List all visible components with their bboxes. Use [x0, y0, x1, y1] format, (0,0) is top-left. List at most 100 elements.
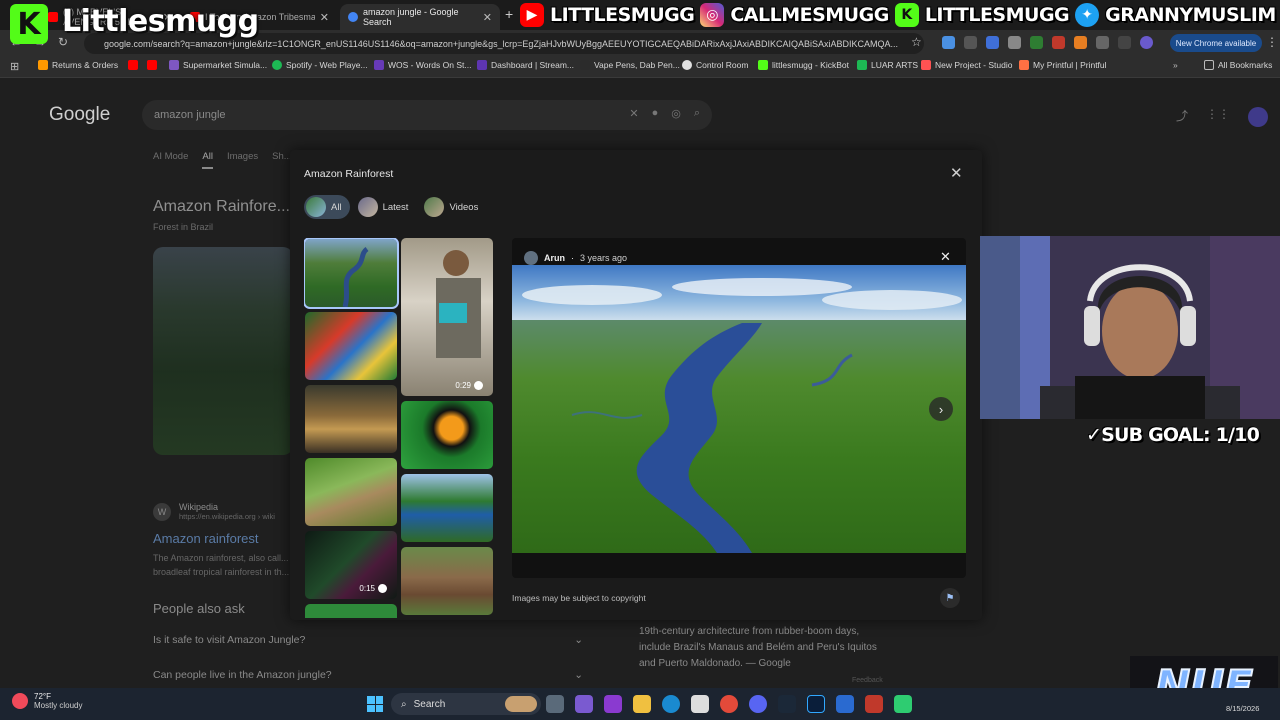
youtube-icon: [147, 60, 157, 70]
photoshop-icon[interactable]: [807, 695, 825, 713]
avatar[interactable]: [1248, 107, 1269, 127]
bookmark-item[interactable]: LUAR ARTS: [857, 60, 918, 70]
image-author[interactable]: Arun · 3 years ago: [524, 251, 627, 265]
edge-icon[interactable]: [662, 695, 680, 713]
close-modal-icon[interactable]: ✕: [950, 164, 963, 182]
close-tab-icon[interactable]: ✕: [483, 11, 492, 24]
thumb-sloth[interactable]: [305, 458, 397, 526]
extension-icon[interactable]: [1008, 36, 1021, 49]
bookmark-item[interactable]: Returns & Orders: [38, 60, 118, 70]
result-snippet: The Amazon rainforest, also call... broa…: [153, 553, 290, 577]
new-tab-button[interactable]: +: [505, 6, 513, 22]
bookmark-item[interactable]: My Printful | Printful: [1019, 60, 1107, 70]
bookmark-item[interactable]: New Project - Studio: [921, 60, 1012, 70]
bookmark-star-icon[interactable]: ☆: [911, 35, 922, 49]
bookmark-item[interactable]: littlesmugg - KickBot: [758, 60, 849, 70]
knowledge-panel-image[interactable]: [153, 247, 293, 455]
paa-question[interactable]: Can people live in the Amazon jungle? ⌄: [153, 669, 583, 681]
people-also-ask-heading: People also ask: [153, 601, 245, 616]
file-explorer-icon[interactable]: [633, 695, 651, 713]
extension-icon[interactable]: [942, 36, 955, 49]
thumb-bird-video[interactable]: 0:15: [305, 531, 397, 599]
tab-shopping[interactable]: Sh...: [272, 151, 292, 169]
bookmark-item[interactable]: Spotify - Web Playe...: [272, 60, 368, 70]
wikipedia-source[interactable]: W Wikipedia https://en.wikipedia.org › w…: [153, 502, 275, 521]
next-image-button[interactable]: ›: [929, 397, 953, 421]
feedback-link[interactable]: Feedback: [852, 677, 883, 684]
thumb-parrots[interactable]: [305, 312, 397, 380]
microphone-icon[interactable]: ●: [652, 107, 659, 120]
search-icon[interactable]: ⌕: [694, 107, 700, 120]
bookmark-item[interactable]: Dashboard | Stream...: [477, 60, 574, 70]
person-graphic: [436, 250, 481, 358]
all-bookmarks-button[interactable]: All Bookmarks: [1204, 60, 1272, 70]
thumb-river-blue[interactable]: [401, 474, 493, 542]
weather-widget[interactable]: 72°F Mostly cloudy: [12, 692, 82, 710]
task-view-icon[interactable]: [546, 695, 564, 713]
search-input[interactable]: amazon jungle ✕ ● ◎ ⌕: [142, 100, 712, 130]
notepad-icon[interactable]: [836, 695, 854, 713]
bookmark-item[interactable]: Vape Pens, Dab Pen...: [580, 60, 680, 70]
windows-start-icon[interactable]: [367, 696, 383, 712]
chip-label: Latest: [382, 201, 409, 213]
chrome-menu-icon[interactable]: ⋮: [1266, 35, 1278, 49]
puzzle-icon[interactable]: [1096, 36, 1109, 49]
lens-icon[interactable]: ◎: [671, 107, 681, 120]
tab-all[interactable]: All: [202, 151, 213, 169]
teams-icon[interactable]: [575, 695, 593, 713]
bookmark-item[interactable]: [147, 60, 161, 70]
tab-ai-mode[interactable]: AI Mode: [153, 151, 188, 169]
thumb-toucan[interactable]: [401, 401, 493, 469]
browser-tab-active[interactable]: amazon jungle - Google Search ✕: [340, 4, 500, 30]
taskbar-search[interactable]: ⌕ Search: [391, 693, 541, 715]
app-icon[interactable]: [894, 695, 912, 713]
close-tab-icon[interactable]: ✕: [320, 11, 329, 24]
close-preview-icon[interactable]: ✕: [940, 249, 951, 265]
chip-latest[interactable]: Latest: [356, 195, 417, 219]
bookmark-item[interactable]: WOS - Words On St...: [374, 60, 471, 70]
apps-grid-icon[interactable]: ⊞: [10, 60, 19, 73]
store-icon[interactable]: [691, 695, 709, 713]
new-chrome-available-button[interactable]: New Chrome available: [1170, 34, 1262, 52]
extension-icon[interactable]: [1030, 36, 1043, 49]
copilot-icon[interactable]: [604, 695, 622, 713]
more-bookmarks-icon[interactable]: »: [1173, 60, 1178, 70]
tab-images[interactable]: Images: [227, 151, 258, 169]
thumb-river-aerial[interactable]: [304, 238, 399, 309]
search-highlight-icon: [505, 696, 537, 712]
thumb-man-tablet[interactable]: 0:29: [401, 238, 493, 396]
thumb-capybara[interactable]: [401, 547, 493, 615]
steam-icon[interactable]: [778, 695, 796, 713]
bookmark-label: Dashboard | Stream...: [491, 60, 574, 70]
result-title-link[interactable]: Amazon rainforest: [153, 531, 259, 546]
chip-thumbnail: [424, 197, 445, 217]
amazon-icon: [38, 60, 48, 70]
bookmark-item[interactable]: Supermarket Simula...: [169, 60, 267, 70]
profile-icon[interactable]: [1140, 36, 1153, 49]
extension-icon[interactable]: [986, 36, 999, 49]
image-viewer-modal: Amazon Rainforest ✕ All Latest Videos 0:…: [290, 150, 982, 620]
thumb-jaguar[interactable]: [305, 385, 397, 453]
chip-all[interactable]: All: [304, 195, 350, 219]
report-flag-icon[interactable]: ⚑: [940, 588, 960, 608]
discord-icon[interactable]: [749, 695, 767, 713]
clear-icon[interactable]: ✕: [629, 107, 638, 120]
reading-list-icon[interactable]: [1118, 36, 1131, 49]
bookmark-item[interactable]: [128, 60, 142, 70]
acrobat-icon[interactable]: [865, 695, 883, 713]
bookmark-item[interactable]: Control Room: [682, 60, 748, 70]
extension-icon[interactable]: [964, 36, 977, 49]
apps-icon[interactable]: ⋮⋮: [1206, 107, 1230, 127]
ai-overview-snippet: 19th-century architecture from rubber-bo…: [639, 626, 877, 669]
image-preview[interactable]: Arun · 3 years ago ✕ ›: [512, 238, 966, 578]
chip-videos[interactable]: Videos: [422, 195, 486, 219]
avatar: [524, 251, 538, 265]
chrome-icon[interactable]: [720, 695, 738, 713]
share-icon[interactable]: ⤴: [1176, 107, 1188, 127]
paa-question[interactable]: Is it safe to visit Amazon Jungle? ⌄: [153, 634, 583, 646]
extension-icon[interactable]: [1052, 36, 1065, 49]
extension-icon[interactable]: [1074, 36, 1087, 49]
google-logo[interactable]: Google: [49, 104, 110, 126]
temperature: 72°F: [34, 692, 51, 701]
thumb-forest[interactable]: [305, 604, 397, 618]
